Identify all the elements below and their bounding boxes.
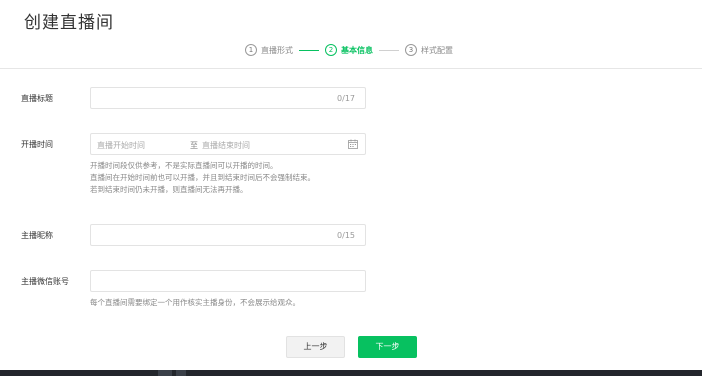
step-basic-info: 2 基本信息 [325,44,373,56]
page-title: 创建直播间 [24,13,114,33]
taskbar-item[interactable] [176,370,186,376]
anchor-wechat-input[interactable] [90,270,366,292]
taskbar [0,370,702,376]
end-time-placeholder[interactable]: 直播结束时间 [202,140,250,151]
anchor-nickname-input[interactable]: 0/15 [90,224,366,246]
time-range-picker[interactable]: 直播开始时间 至 直播结束时间 [90,133,366,155]
anchor-nickname-label: 主播昵称 [21,231,53,240]
page-header: 创建直播间 1 直播形式 2 基本信息 3 样式配置 [0,0,702,69]
live-title-input[interactable]: 0/17 [90,87,366,109]
step-3-label: 样式配置 [421,45,453,55]
anchor-wechat-label: 主播微信账号 [21,277,69,286]
time-range-separator: 至 [190,141,198,150]
step-indicator: 1 直播形式 2 基本信息 3 样式配置 [245,42,453,58]
live-title-label: 直播标题 [21,94,53,103]
start-time-label: 开播时间 [21,140,53,149]
step-2-number: 2 [325,44,337,56]
calendar-icon[interactable] [348,139,358,149]
wechat-hint: 每个直播间需要绑定一个用作核实主播身份，不会展示给观众。 [90,298,300,307]
time-hint-line: 开播时间段仅供参考，不是实际直播间可以开播的时间。 [90,161,278,170]
step-2-label: 基本信息 [341,45,373,55]
start-time-placeholder[interactable]: 直播开始时间 [97,140,145,151]
live-title-counter: 0/17 [337,94,355,103]
time-hint-line: 直播间在开始时间前也可以开播，并且到结束时间后不会强制结束。 [90,173,315,182]
step-1-number: 1 [245,44,257,56]
anchor-nickname-counter: 0/15 [337,231,355,240]
taskbar-item[interactable] [158,370,172,376]
step-divider [299,49,319,51]
time-hint: 开播时间段仅供参考，不是实际直播间可以开播的时间。 直播间在开始时间前也可以开播… [90,160,315,196]
step-style-config: 3 样式配置 [405,44,453,56]
step-3-number: 3 [405,44,417,56]
prev-step-button[interactable]: 上一步 [286,336,345,358]
step-live-type: 1 直播形式 [245,44,293,56]
step-divider [379,49,399,51]
step-1-label: 直播形式 [261,45,293,55]
next-step-button[interactable]: 下一步 [358,336,417,358]
time-hint-line: 若到结束时间仍未开播，则直播间无法再开播。 [90,185,248,194]
